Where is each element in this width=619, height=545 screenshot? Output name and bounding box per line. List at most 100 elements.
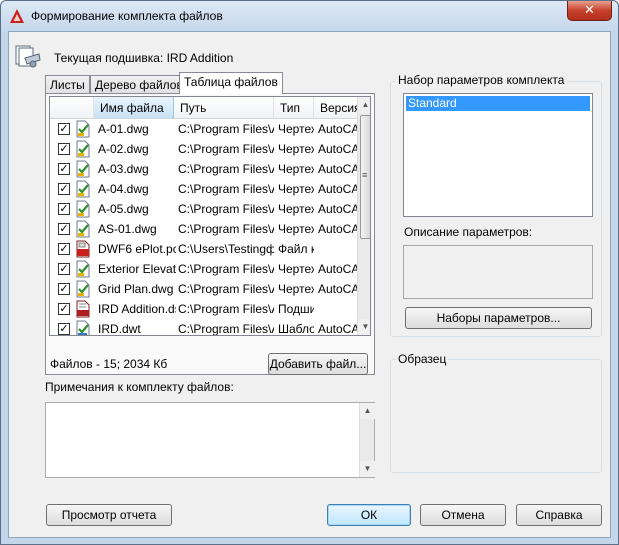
notes-scroll-down-icon[interactable]: ▼ (360, 461, 375, 477)
cell-file-name: IRD.dwt (98, 322, 141, 336)
tab-file-table[interactable]: Таблица файлов (179, 72, 283, 94)
row-checkbox[interactable]: ✓ (58, 243, 70, 255)
files-summary: Файлов - 15; 2034 Кб (50, 357, 168, 371)
tab-sheets[interactable]: Листы (45, 75, 90, 94)
cell-type: Чертеж (278, 162, 314, 176)
check-mark-icon: ✓ (59, 303, 69, 315)
cell-file-name: A-01.dwg (98, 122, 149, 136)
param-sets-button[interactable]: Наборы параметров... (405, 307, 592, 329)
cell-path: C:\Program Files\Au (178, 122, 274, 136)
row-checkbox[interactable]: ✓ (58, 203, 70, 215)
row-checkbox[interactable]: ✓ (58, 303, 70, 315)
notes-scrollbar[interactable]: ▲ ▼ (359, 403, 375, 477)
cell-type: Чертеж (278, 122, 314, 136)
cell-version (318, 239, 358, 259)
dwg-file-icon (74, 180, 92, 198)
cell-type: Подши (278, 302, 314, 316)
cell-type: Файл к (278, 242, 314, 256)
scroll-up-arrow-icon[interactable]: ▲ (358, 97, 370, 113)
cell-path: C:\Program Files\Au (178, 142, 274, 156)
dwg-file-icon (74, 120, 92, 138)
column-header-check (50, 97, 94, 119)
column-header-type[interactable]: Тип (274, 97, 314, 119)
cell-file-name: IRD Addition.dst (98, 302, 176, 316)
cell-type: Чертеж (278, 202, 314, 216)
table-row[interactable]: ✓ IRD.dwt C:\Program Files\Au Шабло AutoCAD (50, 319, 370, 336)
cell-file-name: A-05.dwg (98, 202, 149, 216)
table-row[interactable]: ✓ A-01.dwg C:\Program Files\Au Чертеж AutoCA… (50, 119, 370, 139)
cell-version (318, 299, 358, 319)
dst-file-icon (74, 300, 92, 318)
table-row[interactable]: ✓ DWF6 ePlot.pc3C:\Users\Testingфф Файл к (50, 239, 370, 259)
table-row[interactable]: ✓ A-04.dwg C:\Program Files\Au Чертеж AutoCA… (50, 179, 370, 199)
row-checkbox[interactable]: ✓ (58, 143, 70, 155)
table-row[interactable]: ✓ AS-01.dwg C:\Program Files\Au Чертеж AutoC… (50, 219, 370, 239)
ok-label: ОК (360, 508, 378, 522)
close-button[interactable]: ✕ (567, 1, 612, 21)
cell-version: AutoCAD (318, 202, 358, 216)
check-mark-icon: ✓ (59, 123, 69, 135)
row-checkbox[interactable]: ✓ (58, 123, 70, 135)
help-label: Справка (535, 508, 583, 522)
param-set-item-standard[interactable]: Standard (406, 96, 590, 111)
view-report-label: Просмотр отчета (61, 508, 157, 522)
scroll-grip-icon: ≡ (362, 170, 368, 180)
ok-button[interactable]: ОК (327, 504, 411, 526)
table-row[interactable]: ✓ A-03.dwg C:\Program Files\Au Чертеж AutoCA… (50, 159, 370, 179)
cell-file-name: A-02.dwg (98, 142, 149, 156)
table-row[interactable]: ✓ A-05.dwg C:\Program Files\Au Чертеж AutoCA… (50, 199, 370, 219)
add-file-button[interactable]: Добавить файл... (268, 353, 368, 375)
row-checkbox[interactable]: ✓ (58, 283, 70, 295)
title-bar[interactable]: Формирование комплекта файлов ✕ (1, 1, 618, 31)
table-row[interactable]: ✓ A-02.dwg C:\Program Files\Au Чертеж AutoCA… (50, 139, 370, 159)
cell-path: C:\Program Files\Au (178, 202, 274, 216)
cell-file-name: Exterior Elevatio (98, 262, 176, 276)
cell-path: C:\Program Files\Au (178, 282, 274, 296)
row-checkbox[interactable]: ✓ (58, 323, 70, 335)
pc3-file-icon (74, 240, 92, 258)
table-row[interactable]: ✓ Grid Plan.dwg C:\Program Files\Au Чертеж A… (50, 279, 370, 299)
tab-file-tree[interactable]: Дерево файлов (90, 75, 188, 94)
notes-textarea[interactable]: ▲ ▼ (45, 402, 375, 478)
cell-version: AutoCAD (318, 282, 358, 296)
cell-file-name: Grid Plan.dwg (98, 282, 174, 296)
check-mark-icon: ✓ (59, 323, 69, 335)
view-report-button[interactable]: Просмотр отчета (46, 504, 172, 526)
column-header-path[interactable]: Путь (174, 97, 274, 119)
cell-type: Шабло (278, 322, 314, 336)
table-row[interactable]: ✓ Exterior ElevatioC:\Program Files\Au Чер… (50, 259, 370, 279)
cell-version: AutoCAD (318, 142, 358, 156)
file-table-body: ✓ A-01.dwg C:\Program Files\Au Чертеж AutoCA… (50, 119, 358, 335)
sheet-set-icon (15, 45, 41, 68)
column-header-name[interactable]: Имя файла (94, 97, 174, 119)
dwg-file-icon (74, 160, 92, 178)
cell-file-name: A-04.dwg (98, 182, 149, 196)
check-mark-icon: ✓ (59, 283, 69, 295)
param-sets-button-label: Наборы параметров... (436, 311, 561, 325)
cell-file-name: A-03.dwg (98, 162, 149, 176)
preview-group (390, 359, 602, 473)
autocad-app-icon (10, 9, 24, 23)
dwg-file-icon (74, 220, 92, 238)
cell-type: Чертеж (278, 182, 314, 196)
row-checkbox[interactable]: ✓ (58, 223, 70, 235)
row-checkbox[interactable]: ✓ (58, 163, 70, 175)
check-mark-icon: ✓ (59, 183, 69, 195)
row-checkbox[interactable]: ✓ (58, 183, 70, 195)
file-table-scrollbar[interactable]: ▲ ≡ ▼ (357, 97, 370, 335)
scroll-thumb[interactable]: ≡ (360, 115, 370, 239)
param-description-field (403, 245, 593, 299)
notes-scroll-up-icon[interactable]: ▲ (360, 403, 375, 419)
notes-label: Примечания к комплекту файлов: (45, 380, 234, 394)
scroll-down-arrow-icon[interactable]: ▼ (358, 319, 370, 335)
column-header-version[interactable]: Версия (314, 97, 358, 119)
cell-version: AutoCAD (318, 182, 358, 196)
param-set-list[interactable]: Standard (403, 93, 593, 217)
help-button[interactable]: Справка (516, 504, 602, 526)
param-description-label: Описание параметров: (404, 225, 533, 239)
dwg-file-icon (74, 200, 92, 218)
cancel-button[interactable]: Отмена (420, 504, 506, 526)
file-table: Имя файла Путь Тип Версия ✓ A-01.dwg C:\Pr… (49, 96, 371, 336)
table-row[interactable]: ✓ IRD Addition.dstC:\Program Files\Au Подш… (50, 299, 370, 319)
row-checkbox[interactable]: ✓ (58, 263, 70, 275)
